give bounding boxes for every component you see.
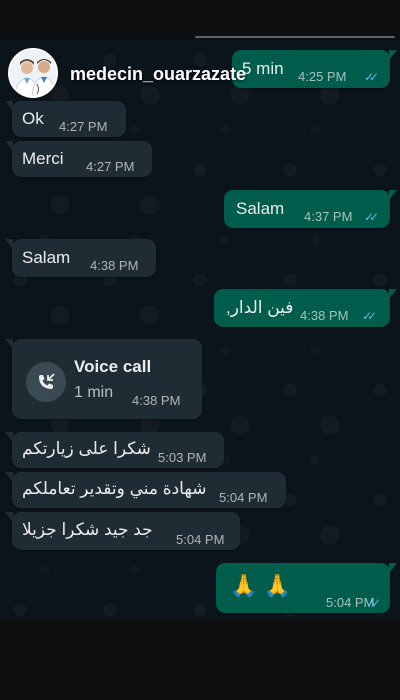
message-time: 5:04 PM [176, 532, 225, 547]
message-bubble-outgoing[interactable]: Salam 4:37 PM ✓✓ [224, 190, 397, 228]
message-time: 4:27 PM [59, 119, 108, 134]
message-text: 🙏 🙏 [230, 573, 291, 598]
contact-name[interactable]: medecin_ouarzazate [70, 64, 246, 85]
message-bubble-outgoing[interactable]: 🙏 🙏 5:04 PM ✓✓ [216, 563, 397, 613]
message-bubble-incoming[interactable]: شكرا على زيارتكم 5:03 PM [5, 432, 224, 468]
read-receipt-icon: ✓✓ [364, 210, 379, 224]
read-receipt-icon: ✓✓ [362, 309, 377, 323]
message-bubble-outgoing[interactable]: فين الدار, 4:38 PM ✓✓ [214, 289, 397, 327]
message-time: 5:03 PM [158, 450, 207, 465]
message-text: جد جيد شكرا جزيلا [22, 520, 153, 539]
message-time: 4:38 PM [90, 258, 139, 273]
message-bubble-incoming[interactable]: جد جيد شكرا جزيلا 5:04 PM [5, 512, 240, 550]
message-text: Salam [236, 199, 285, 218]
message-bubble-incoming[interactable]: Ok 4:27 PM [5, 101, 126, 137]
bottom-area [0, 620, 400, 700]
message-time: 4:38 PM [300, 308, 349, 323]
missed-call-arrow-icon [26, 362, 66, 402]
read-receipt-icon: ✓✓ [366, 596, 381, 610]
story-progress-bar [195, 36, 395, 38]
status-area [0, 0, 400, 40]
voice-call-bubble[interactable]: Voice call 1 min 4:38 PM [5, 339, 202, 419]
message-bubble-incoming[interactable]: Merci 4:27 PM [5, 141, 152, 177]
message-time: 4:37 PM [304, 209, 353, 224]
message-bubble-incoming[interactable]: Salam 4:38 PM [5, 239, 156, 277]
message-text: شكرا على زيارتكم [22, 439, 151, 458]
message-text: فين الدار, [226, 298, 294, 317]
message-text: Ok [22, 109, 44, 128]
message-bubble-incoming[interactable]: شهادة مني وتقدير تعاملكم 5:04 PM [5, 472, 286, 508]
doctors-avatar-icon[interactable] [8, 48, 58, 98]
voice-call-title: Voice call [74, 357, 152, 376]
message-time: 4:27 PM [86, 159, 135, 174]
message-text: Merci [22, 149, 64, 168]
chat-header[interactable]: medecin_ouarzazate [8, 48, 388, 100]
message-time: 5:04 PM [219, 490, 268, 505]
message-text: شهادة مني وتقدير تعاملكم [22, 479, 207, 498]
voice-call-duration: 1 min [74, 384, 114, 401]
message-text: Salam [22, 248, 71, 267]
message-time: 4:38 PM [132, 393, 181, 408]
